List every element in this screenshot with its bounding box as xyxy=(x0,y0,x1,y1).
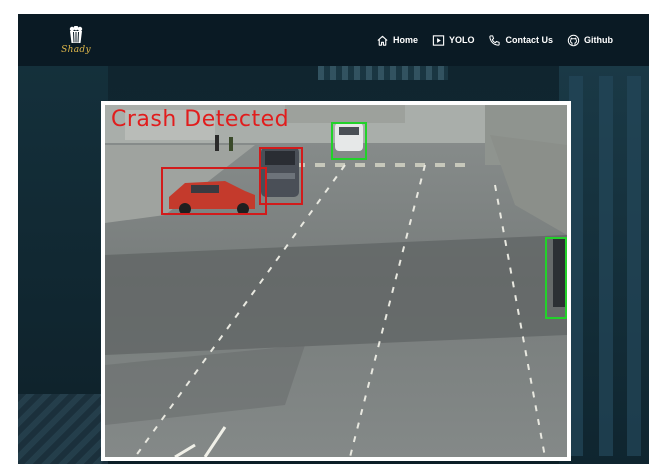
brand-name: Shady xyxy=(61,45,91,55)
phone-icon xyxy=(489,34,501,46)
app-frame: Shady Home YOLO Contact Us Github Crash … xyxy=(18,14,649,464)
nav-contact[interactable]: Contact Us xyxy=(488,34,553,47)
navbar: Shady Home YOLO Contact Us Github xyxy=(18,14,649,66)
brand-logo[interactable]: Shady xyxy=(56,26,96,58)
detection-box-car-1 xyxy=(331,122,367,160)
detection-box-crash-1 xyxy=(161,167,267,215)
detection-box-car-2 xyxy=(545,237,567,319)
github-icon xyxy=(567,34,580,46)
detection-box-crash-2 xyxy=(259,147,303,205)
nav-home-label: Home xyxy=(392,35,418,45)
main-nav: Home YOLO Contact Us Github xyxy=(376,14,613,66)
nav-home[interactable]: Home xyxy=(376,34,418,47)
background-building-right xyxy=(559,66,649,464)
crash-detected-label: Crash Detected xyxy=(111,107,290,132)
home-icon xyxy=(377,35,388,46)
nav-contact-label: Contact Us xyxy=(505,35,553,45)
detection-video[interactable]: Crash Detected xyxy=(101,101,571,461)
play-icon xyxy=(432,34,445,46)
background-pattern xyxy=(18,394,108,464)
nav-github-label: Github xyxy=(584,35,613,45)
background-windows xyxy=(318,66,448,80)
nav-yolo[interactable]: YOLO xyxy=(432,34,475,47)
nav-yolo-label: YOLO xyxy=(448,35,475,45)
popcorn-icon xyxy=(69,26,83,43)
nav-github[interactable]: Github xyxy=(567,34,613,47)
